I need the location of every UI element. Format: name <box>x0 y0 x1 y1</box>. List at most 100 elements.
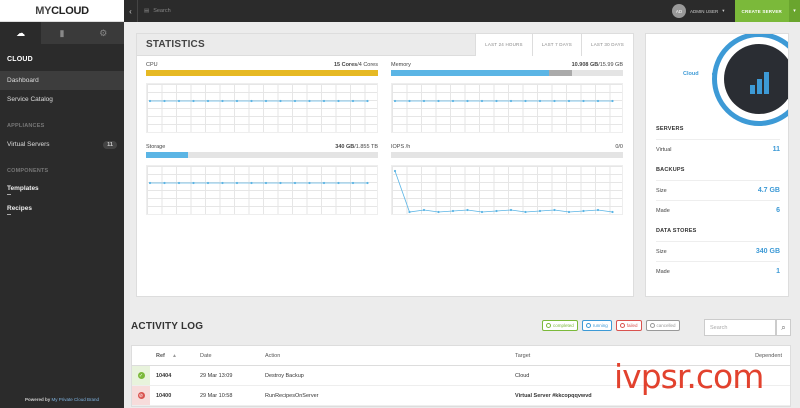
sidebar-item-dashboard[interactable]: Dashboard <box>0 71 124 90</box>
metric-chart-svg <box>393 169 614 214</box>
sidebar-item-recipes[interactable]: Recipes <box>0 200 124 220</box>
metric-chart <box>391 165 623 215</box>
series-point <box>582 209 585 213</box>
metric-value: 340 GB/1.855 TB <box>335 144 378 150</box>
period-last-24-hours[interactable]: LAST 24 HOURS <box>475 33 532 56</box>
series-point <box>206 99 210 103</box>
statistics-title: STATISTICS <box>146 39 205 50</box>
footer-brand-link[interactable]: My Private Cloud Brand <box>52 397 100 402</box>
cloud-marker <box>712 72 716 76</box>
status-cell: ⊘ <box>132 386 150 405</box>
filter-cancelled[interactable]: cancelled <box>645 320 680 331</box>
usage-bar-fill <box>146 70 378 76</box>
filter-status-icon <box>619 323 625 328</box>
period-last-30-days[interactable]: LAST 30 DAYS <box>581 33 633 56</box>
sidebar-item-virtual-servers[interactable]: Virtual Servers 11 <box>0 135 124 154</box>
footer-prefix: Powered by <box>24 397 51 402</box>
cloud-tab-icon[interactable]: ☁ <box>0 22 42 44</box>
series-point <box>322 181 326 185</box>
activity-filters: completed running failed cancelled <box>542 320 680 331</box>
logo[interactable]: MY CLOUD <box>0 0 124 22</box>
metric-value-total: /4 Cores <box>357 62 378 68</box>
metric-chart <box>146 165 378 215</box>
metric-label: IOPS /h <box>391 144 411 150</box>
period-last-7-days[interactable]: LAST 7 DAYS <box>531 33 581 56</box>
expand-indicator <box>7 194 11 195</box>
create-server-button[interactable]: CREATE SERVER <box>734 0 789 22</box>
series-point <box>177 99 181 103</box>
series-point <box>480 210 484 214</box>
filter-label: completed <box>553 323 574 328</box>
global-search-input[interactable]: ▤ Search <box>138 8 672 14</box>
series-point <box>611 210 614 214</box>
metric-cpu: CPU 15 Cores/4 Cores <box>146 62 378 133</box>
series-point <box>596 99 600 103</box>
series-point <box>192 99 195 103</box>
filter-completed[interactable]: completed <box>542 320 578 331</box>
sort-asc-icon[interactable]: ▲ <box>172 353 200 359</box>
collapse-sidebar-icon[interactable]: ‹ <box>124 0 138 22</box>
activity-log-title: ACTIVITY LOG <box>131 321 204 332</box>
filter-failed[interactable]: failed <box>615 320 642 331</box>
sidebar-item-label: Service Catalog <box>7 96 53 103</box>
series-point <box>264 181 268 185</box>
stats-tab-icon[interactable]: ▮ <box>41 22 82 44</box>
filter-label: running <box>592 323 608 328</box>
row-label: Size <box>656 248 667 255</box>
check-icon: ✓ <box>137 372 145 379</box>
sidebar-item-service-catalog[interactable]: Service Catalog <box>0 90 124 109</box>
series-point <box>337 181 340 185</box>
metric-value: 10.908 GB/15.99 GB <box>572 62 623 68</box>
user-menu[interactable]: AD ADMIN USER ▾ <box>672 4 725 18</box>
column-date[interactable]: Date <box>200 353 265 359</box>
row-label: Made <box>656 207 670 214</box>
metric-iops: IOPS /h 0/0 <box>391 144 623 215</box>
usage-bar-fill <box>391 70 549 76</box>
series-point <box>221 99 224 103</box>
series-point <box>308 99 311 103</box>
series-point <box>192 181 195 185</box>
search-icon[interactable]: ⌕ <box>776 319 791 336</box>
series-point <box>437 210 440 214</box>
series-point <box>567 210 571 214</box>
series-point <box>408 99 411 103</box>
section-title: DATA STORES <box>656 228 697 234</box>
sidebar-item-label: Templates <box>7 185 39 192</box>
logo-part-b: CLOUD <box>51 4 89 17</box>
filter-running[interactable]: running <box>581 320 612 331</box>
row-action: Destroy Backup <box>265 372 304 379</box>
series-point <box>393 169 397 173</box>
metric-value-total: 0/0 <box>615 144 623 150</box>
overview-panel: Cloud SERVERS Virtual 11 BACKUPS Size 4.7 … <box>645 33 789 297</box>
series-point <box>509 208 513 212</box>
metric-value-total: /1.855 TB <box>354 144 378 150</box>
usage-bar <box>146 70 378 76</box>
column-action[interactable]: Action <box>265 353 515 359</box>
series-point <box>567 99 571 103</box>
cloud-label: Cloud <box>683 71 699 77</box>
row-value: 340 GB <box>755 248 780 255</box>
signal-bar <box>756 79 762 94</box>
series-point <box>148 99 152 103</box>
series-point <box>264 99 268 103</box>
sidebar-item-templates[interactable]: Templates <box>0 180 124 200</box>
metric-chart-svg <box>148 99 369 103</box>
series-point <box>538 99 542 103</box>
backups-section: BACKUPS Size 4.7 GB Made 6 <box>656 167 780 220</box>
activity-search-input[interactable]: Search <box>704 319 776 336</box>
create-server-dropdown-icon[interactable]: ▾ <box>789 0 800 22</box>
metric-chart-svg <box>148 181 369 185</box>
signal-bars-icon <box>724 44 788 114</box>
metric-value-total: /15.99 GB <box>598 62 623 68</box>
metric-memory: Memory 10.908 GB/15.99 GB <box>391 62 623 133</box>
series-point <box>466 99 469 103</box>
logo-part-a: MY <box>35 4 52 17</box>
settings-tab-icon[interactable]: ⚙ <box>83 22 124 44</box>
sidebar-section-appliances: APPLIANCES <box>7 123 45 129</box>
metric-value-used: 340 GB <box>335 144 355 150</box>
series-point <box>524 99 527 103</box>
series-point <box>148 181 152 185</box>
column-ref[interactable]: Ref <box>150 353 172 359</box>
row-date: 29 Mar 10:58 <box>200 392 233 399</box>
sidebar-item-label: Virtual Servers <box>7 141 50 148</box>
